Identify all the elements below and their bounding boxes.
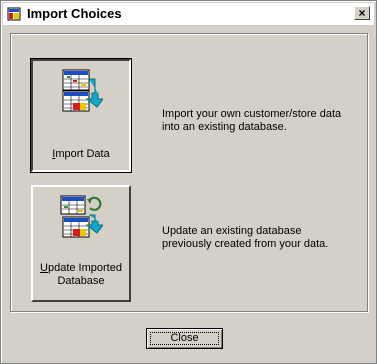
update-imported-database-button[interactable]: Update Imported Database	[31, 185, 131, 302]
window-title: Import Choices	[27, 6, 122, 21]
title-bar: Import Choices ×	[3, 3, 374, 25]
table-import-icon	[62, 69, 103, 112]
update-description: Update an existing database previously c…	[162, 225, 329, 250]
close-window-button[interactable]: ×	[354, 6, 370, 20]
import-data-label: Import Data	[52, 148, 110, 160]
close-button[interactable]: Close	[146, 328, 223, 349]
import-data-button[interactable]: Import Data	[30, 58, 132, 173]
app-icon	[7, 7, 21, 21]
close-button-focus-ring	[150, 332, 219, 345]
update-imported-database-label: Update Imported Database	[40, 262, 122, 287]
import-description: Import your own customer/store data into…	[162, 108, 342, 133]
import-choices-dialog: Import Choices × Import Data Import your…	[0, 0, 377, 364]
table-refresh-icon	[60, 195, 103, 238]
